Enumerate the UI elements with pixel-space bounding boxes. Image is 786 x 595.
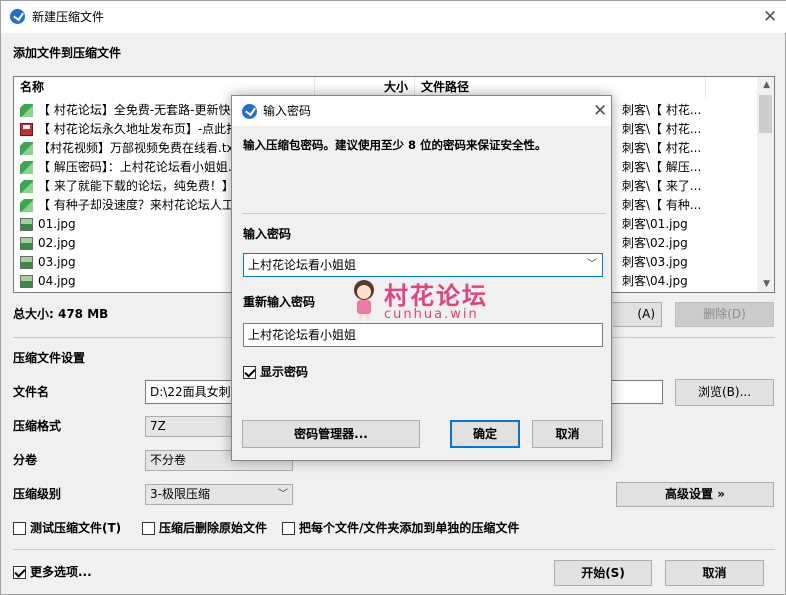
file-path: 刺客\03.jpg	[622, 255, 688, 269]
show-password-label[interactable]: 显示密码	[260, 365, 308, 380]
file-path: 刺客\04.jpg	[622, 274, 688, 288]
green-doc-icon	[20, 199, 33, 212]
watermark-text: 村花论坛	[384, 282, 488, 310]
add-section-title: 添加文件到压缩文件	[13, 46, 122, 60]
separate-archives-checkbox[interactable]	[282, 522, 295, 535]
file-path: 刺客\【 来了...	[622, 179, 702, 193]
split-label: 分卷	[13, 453, 38, 467]
dialog-cancel-button[interactable]: 取消	[532, 420, 603, 448]
more-options-label[interactable]: 更多选项...	[30, 565, 92, 580]
delete-after-checkbox[interactable]	[142, 522, 155, 535]
cancel-button[interactable]: 取消	[665, 560, 764, 586]
test-archive-checkbox[interactable]	[13, 522, 26, 535]
settings-title: 压缩文件设置	[13, 351, 86, 365]
green-doc-icon	[20, 142, 33, 155]
chevron-down-icon: ﹀	[278, 489, 288, 500]
watermark-girl-icon	[354, 280, 374, 321]
image-icon	[20, 218, 33, 231]
green-doc-icon	[20, 180, 33, 193]
repeat-password-label: 重新输入密码	[243, 295, 316, 309]
file-name: 【 来了就能下载的论坛，纯免费！】	[38, 179, 234, 193]
green-doc-icon	[20, 161, 33, 174]
format-select[interactable]: 7Z	[145, 416, 233, 437]
separate-archives-label[interactable]: 把每个文件/文件夹添加到单独的压缩文件	[299, 521, 519, 536]
window-title: 新建压缩文件	[32, 10, 105, 24]
ok-button[interactable]: 确定	[450, 420, 520, 448]
file-name: 03.jpg	[38, 255, 76, 269]
format-value: 7Z	[150, 419, 166, 433]
title-bar: 新建压缩文件 ✕	[1, 1, 786, 33]
password-dialog: 输入密码 ✕ 输入压缩包密码。建议使用至少 8 位的密码来保证安全性。 输入密码…	[231, 95, 612, 461]
file-name: 【 村花论坛永久地址发布页】-点此打...	[38, 122, 250, 136]
scroll-up-icon[interactable]: ▲	[763, 80, 770, 90]
file-path: 刺客\【 村花...	[622, 122, 702, 136]
file-name: 【 解压密码】：上村花论坛看小姐姐...	[38, 160, 240, 174]
filename-label: 文件名	[13, 385, 50, 399]
close-icon[interactable]: ✕	[763, 9, 777, 26]
file-name: 04.jpg	[38, 274, 76, 288]
file-name: 01.jpg	[38, 217, 76, 231]
total-size: 总大小: 478 MB	[13, 307, 109, 321]
start-button[interactable]: 开始(S)	[554, 560, 652, 586]
file-path: 刺客\【 有种...	[622, 198, 702, 212]
scroll-down-icon[interactable]: ▼	[763, 279, 770, 289]
image-icon	[20, 275, 33, 288]
level-select[interactable]: 3-极限压缩 ﹀	[145, 484, 293, 505]
file-name: 02.jpg	[38, 236, 76, 250]
green-doc-icon	[20, 104, 33, 117]
file-path: 刺客\【 村花...	[622, 141, 702, 155]
vertical-scrollbar[interactable]: ▲ ▼	[757, 77, 774, 292]
scroll-thumb[interactable]	[759, 95, 772, 133]
format-label: 压缩格式	[13, 419, 62, 433]
delete-button[interactable]: 删除(D)	[675, 302, 774, 327]
image-icon	[20, 237, 33, 250]
dialog-title-bar: 输入密码 ✕	[232, 96, 611, 126]
file-path: 刺客\【 村花...	[622, 103, 702, 117]
chevron-down-icon[interactable]: ﹀	[587, 254, 597, 276]
level-label: 压缩级别	[13, 487, 62, 501]
show-password-checkbox[interactable]	[243, 366, 256, 379]
app-logo-icon	[242, 104, 257, 119]
close-icon[interactable]: ✕	[593, 103, 607, 120]
file-path: 刺客\【 解压...	[622, 160, 702, 174]
level-value: 3-极限压缩	[150, 487, 210, 501]
divider	[242, 213, 606, 214]
browse-button[interactable]: 浏览(B)...	[675, 379, 774, 406]
delete-after-label[interactable]: 压缩后删除原始文件	[159, 521, 267, 536]
dialog-description: 输入压缩包密码。建议使用至少 8 位的密码来保证安全性。	[243, 138, 547, 152]
dialog-title: 输入密码	[263, 104, 312, 118]
password-input[interactable]: 上村花论坛看小姐姐 ﹀	[243, 253, 603, 277]
advanced-settings-button[interactable]: 高级设置 »	[616, 482, 774, 507]
disk-icon	[20, 123, 33, 136]
image-icon	[20, 256, 33, 269]
password-value: 上村花论坛看小姐姐	[248, 258, 357, 272]
test-archive-label[interactable]: 测试压缩文件(T)	[30, 521, 121, 536]
file-name: 【 有种子却没速度？来村花论坛人工...	[38, 198, 246, 212]
repeat-password-input[interactable]: 上村花论坛看小姐姐	[243, 323, 603, 347]
split-value: 不分卷	[150, 453, 187, 467]
add-button[interactable]: (A)	[613, 302, 662, 327]
watermark-subtext: cunhua.win	[384, 307, 479, 322]
more-options-checkbox[interactable]	[13, 566, 26, 579]
file-name: 【村花视频】万部视频免费在线看.txt	[38, 141, 239, 155]
column-divider	[705, 77, 706, 98]
file-path: 刺客\02.jpg	[622, 236, 688, 250]
password-manager-button[interactable]: 密码管理器...	[242, 420, 420, 448]
divider	[13, 549, 775, 550]
file-name: 【 村花论坛】全免费-无套路-更新快...	[38, 103, 242, 117]
app-logo-icon	[10, 9, 25, 24]
password-label: 输入密码	[243, 227, 292, 241]
file-path: 刺客\01.jpg	[622, 217, 688, 231]
